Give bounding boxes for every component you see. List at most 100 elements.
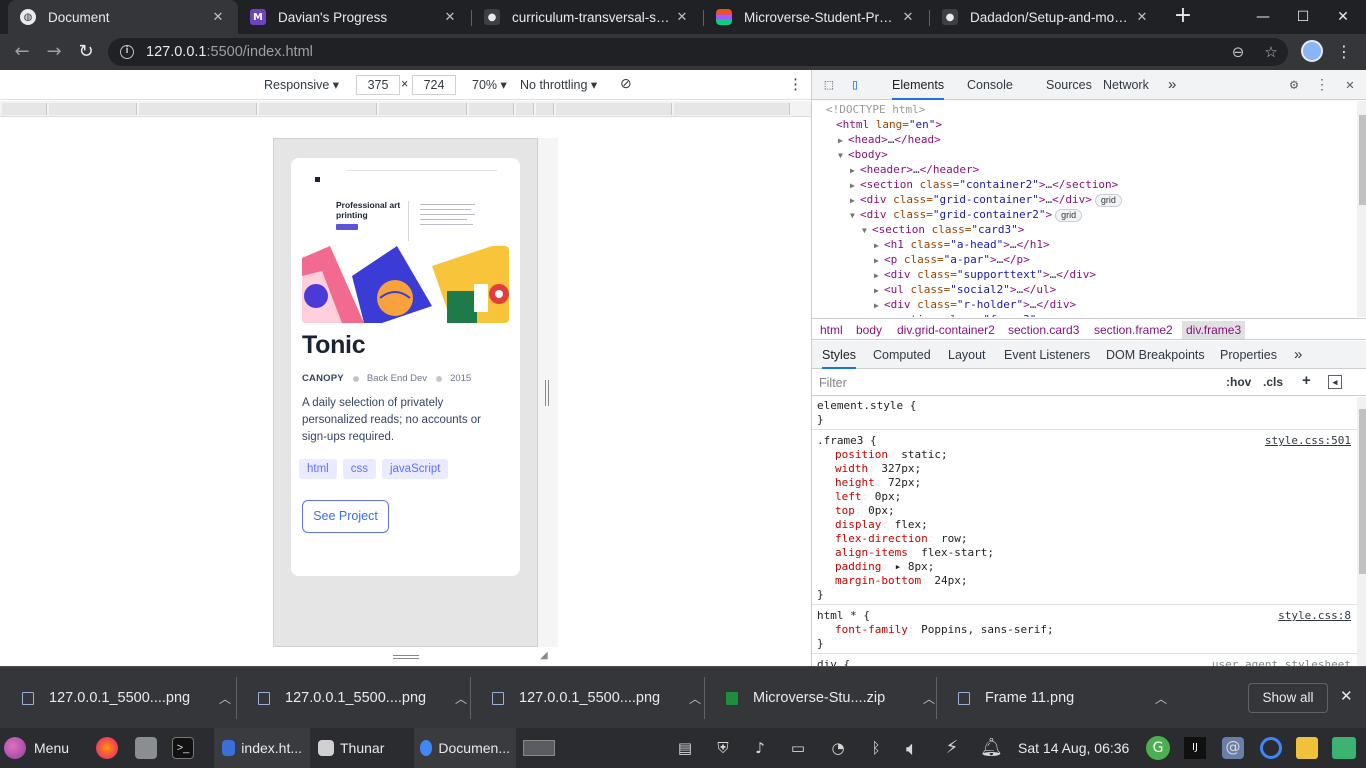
close-tab-icon[interactable]: ✕ <box>210 10 226 25</box>
width-resize-handle[interactable] <box>545 380 549 406</box>
url-text[interactable]: 127.0.0.1:5500/index.html <box>146 44 313 60</box>
css-property[interactable]: flex-direction: row; <box>817 532 1352 546</box>
expand-triangle-icon[interactable]: ▶ <box>874 253 884 268</box>
expand-triangle-icon[interactable]: ▶ <box>874 268 884 283</box>
devtools-menu-icon[interactable]: ⋮ <box>1313 76 1331 94</box>
close-tab-icon[interactable]: ✕ <box>674 10 690 25</box>
chevron-up-icon[interactable]: ︿ <box>923 690 935 707</box>
battery-icon[interactable]: ⚡ <box>942 738 962 758</box>
chevron-up-icon[interactable]: ︿ <box>689 690 701 707</box>
breadcrumb-item[interactable]: div.frame3 <box>1182 321 1246 339</box>
css-property[interactable]: position: static; <box>817 448 1352 462</box>
tab-document[interactable]: ◍ Document ✕ <box>8 0 238 34</box>
taskbar-app-thunar[interactable]: Thunar <box>314 728 418 768</box>
ruler-segment[interactable] <box>556 103 672 115</box>
ruler-segment[interactable] <box>536 103 554 115</box>
zoom-icon[interactable]: ⊖ <box>1228 42 1248 62</box>
tab-elements[interactable]: Elements <box>892 70 945 100</box>
tab-davians-progress[interactable]: M Davian's Progress ✕ <box>238 0 470 34</box>
terminal-launcher[interactable]: >_ <box>172 728 194 768</box>
css-property[interactable]: height: 72px; <box>817 476 1352 490</box>
hover-state-button[interactable]: :hov <box>1226 375 1251 389</box>
chevron-up-icon[interactable]: ︿ <box>1155 690 1167 707</box>
dom-scrollbar[interactable] <box>1357 101 1366 317</box>
ruler-segment[interactable] <box>49 103 137 115</box>
css-selector[interactable]: html * { <box>817 609 1352 623</box>
dom-node[interactable]: ▼ <body> <box>838 147 888 163</box>
height-resize-handle[interactable] <box>393 655 419 659</box>
download-item[interactable]: Frame 11.png ︿ <box>936 667 1167 729</box>
expand-triangle-icon[interactable]: ▼ <box>862 223 872 238</box>
firefox-launcher[interactable] <box>96 728 118 768</box>
expand-triangle-icon[interactable]: ▶ <box>874 298 884 313</box>
device-width-input[interactable]: 375 <box>356 75 400 95</box>
grid-badge[interactable]: grid <box>1055 209 1083 222</box>
device-menu-icon[interactable]: ⋮ <box>788 75 803 93</box>
sidebar-toggle-icon[interactable]: ◂ <box>1328 375 1342 389</box>
dom-node[interactable]: ▶ <section class="container2">…</section> <box>850 177 1118 193</box>
see-project-button[interactable]: See Project <box>302 500 389 533</box>
ruler-segment[interactable] <box>516 103 534 115</box>
tab-styles[interactable]: Styles <box>822 341 857 369</box>
expand-triangle-icon[interactable]: ▼ <box>874 313 884 317</box>
dom-node[interactable]: ▼ <div class="grid-container2"> grid <box>850 207 1083 223</box>
bluetooth-icon[interactable]: ᛒ <box>866 738 886 758</box>
tab-computed[interactable]: Computed <box>873 341 931 369</box>
dom-node[interactable]: ▶ <div class="supporttext">…</div> <box>874 267 1096 283</box>
download-item[interactable]: 127.0.0.1_5500....png ︿ <box>236 667 467 729</box>
ruler-segment[interactable] <box>2 103 47 115</box>
dom-node[interactable]: ▼ <section class="card3"> <box>862 222 1024 238</box>
ruler-segment[interactable] <box>259 103 377 115</box>
mail-icon[interactable]: @ <box>1222 737 1244 759</box>
css-property[interactable]: width: 327px; <box>817 462 1352 476</box>
close-shelf-icon[interactable]: ✕ <box>1340 687 1353 705</box>
dom-node[interactable]: ▶ <p class="a-par">…</p> <box>874 252 1030 268</box>
css-source-link[interactable]: style.css:8 <box>1278 609 1351 623</box>
dom-node[interactable]: ▶ <div class="r-holder">…</div> <box>874 297 1076 313</box>
close-tab-icon[interactable]: ✕ <box>1134 10 1150 25</box>
workspace-switcher[interactable] <box>523 728 555 768</box>
expand-triangle-icon[interactable]: ▶ <box>850 163 860 178</box>
class-toggle-button[interactable]: .cls <box>1263 375 1283 389</box>
download-item[interactable]: 127.0.0.1_5500....png ︿ <box>470 667 701 729</box>
site-info-icon[interactable]: i <box>120 45 134 59</box>
spreadsheet-icon[interactable] <box>1332 737 1356 759</box>
grid-badge[interactable]: grid <box>1094 194 1122 207</box>
ruler-segment[interactable] <box>379 103 467 115</box>
ruler-segment[interactable] <box>469 103 514 115</box>
profile-avatar[interactable] <box>1301 40 1323 62</box>
throttling-dropdown[interactable]: No throttling ▾ <box>520 77 597 92</box>
tab-event-listeners[interactable]: Event Listeners <box>1004 341 1090 369</box>
expand-triangle-icon[interactable]: ▶ <box>874 238 884 253</box>
css-property[interactable]: top: 0px; <box>817 504 1352 518</box>
tab-dadadon-setup[interactable]: ● Dadadon/Setup-and-mobile ✕ <box>930 0 1162 34</box>
tab-sources[interactable]: Sources <box>1046 70 1092 100</box>
css-property[interactable]: left: 0px; <box>817 490 1352 504</box>
new-rule-button[interactable]: + <box>1302 372 1311 389</box>
address-bar[interactable]: i 127.0.0.1:5500/index.html ⊖ ☆ <box>108 38 1288 66</box>
zoom-dropdown[interactable]: 70% ▾ <box>472 77 507 92</box>
css-property[interactable]: display: flex; <box>817 518 1352 532</box>
download-item[interactable]: 127.0.0.1_5500....png ︿ <box>0 667 231 729</box>
bookmark-star-icon[interactable]: ☆ <box>1261 42 1281 62</box>
breadcrumb-item[interactable]: body <box>852 321 886 339</box>
css-property[interactable]: align-items: flex-start; <box>817 546 1352 560</box>
css-property[interactable]: margin-bottom: 24px; <box>817 574 1352 588</box>
responsive-dropdown[interactable]: Responsive ▾ <box>264 77 339 92</box>
css-property[interactable]: padding: ▸ 8px; <box>817 560 1352 574</box>
volume-icon[interactable]: ♪ <box>750 738 770 758</box>
notes-icon[interactable]: ▤ <box>675 738 695 758</box>
breadcrumb-item[interactable]: section.frame2 <box>1090 321 1177 339</box>
inspect-element-icon[interactable]: ⬚ <box>820 76 838 94</box>
display-icon[interactable]: ▭ <box>788 738 808 758</box>
close-tab-icon[interactable]: ✕ <box>442 10 458 25</box>
expand-triangle-icon[interactable]: ▶ <box>850 178 860 193</box>
css-property[interactable]: font-family: Poppins, sans-serif; <box>817 623 1352 637</box>
intellij-icon[interactable]: IJ <box>1184 737 1206 759</box>
dom-node[interactable]: ▶ <ul class="social2">…</ul> <box>874 282 1056 298</box>
speaker-icon[interactable]: 🔈︎ <box>902 738 922 758</box>
rotate-icon[interactable]: ⊘ <box>620 75 632 92</box>
tab-dom-breakpoints[interactable]: DOM Breakpoints <box>1106 341 1205 369</box>
tab-curriculum[interactable]: ● curriculum-transversal-skills ✕ <box>472 0 702 34</box>
corner-resize-handle[interactable]: ◢ <box>540 650 552 662</box>
